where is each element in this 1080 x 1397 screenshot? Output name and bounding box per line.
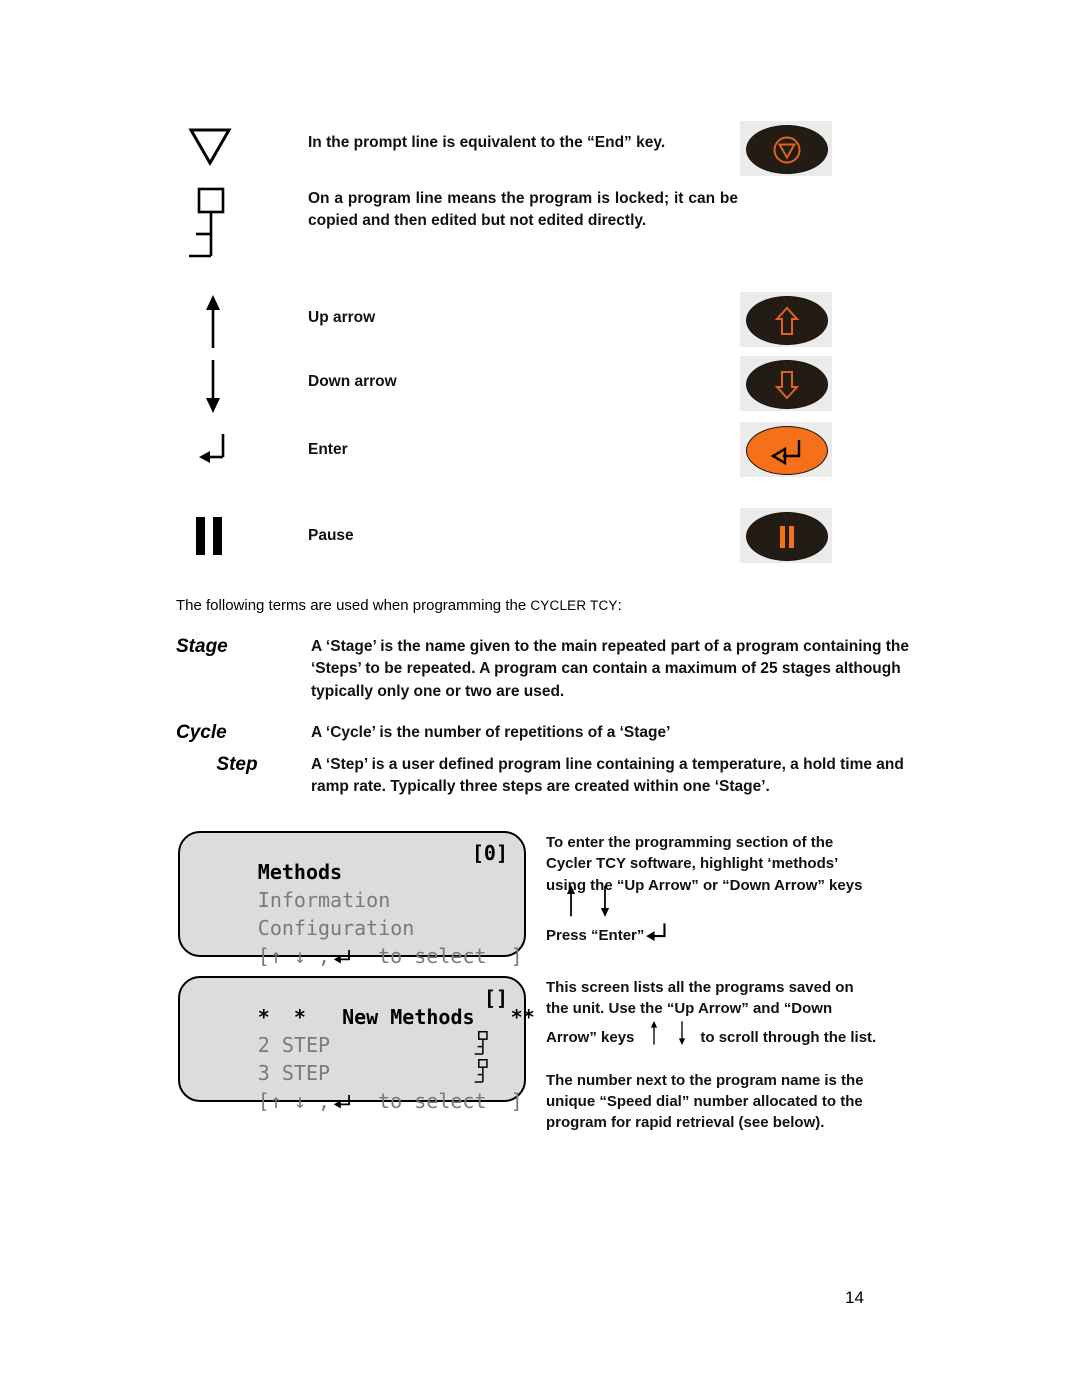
lcd-title-line: Methods [0] <box>200 841 508 884</box>
glossary-item-cycle: Cycle A ‘Cycle’ is the number of repetit… <box>176 722 936 752</box>
up-arrow-symbol <box>178 289 274 356</box>
pause-key[interactable] <box>740 508 832 563</box>
lcd-prompt-close: ] <box>510 944 523 968</box>
down-arrow-key[interactable] <box>740 356 832 411</box>
lcd-prompt-text: to select <box>354 944 511 968</box>
legend-description: Down arrow <box>308 373 397 390</box>
glossary-list: Stage A ‘Stage’ is the name given to the… <box>176 636 936 812</box>
up-arrow-icon <box>651 1020 658 1045</box>
lcd-enter-icon <box>333 1094 351 1109</box>
lcd-prompt-open: [ <box>257 1089 270 1113</box>
lcd-menu-item[interactable]: Configuration <box>200 897 508 940</box>
note-line: the unit. Use the “Up Arrow” and “Down <box>546 1000 833 1018</box>
note-line: Arrow” keys <box>546 1028 635 1046</box>
glossary-term: Cycle <box>176 722 227 743</box>
stop-end-icon <box>773 136 801 163</box>
lcd-title-right: [] <box>483 986 508 1010</box>
lcd-program-row[interactable]: 2 STEP <box>200 1014 508 1057</box>
lcd-program-row[interactable]: 3 STEP <box>200 1042 508 1085</box>
pause-icon <box>780 525 794 548</box>
lcd-prompt-open: [ <box>257 944 270 968</box>
legend-description: Up arrow <box>308 309 376 326</box>
legend-description: On a program line means the program is l… <box>308 190 738 229</box>
up-arrow-icon <box>566 885 576 917</box>
glossary-definition: A ‘Step’ is a user defined program line … <box>311 756 904 796</box>
program-locked-symbol <box>178 184 274 269</box>
up-arrow-icon <box>774 306 800 335</box>
enter-icon <box>646 923 666 941</box>
lcd-prompt-text: to select <box>354 1089 511 1113</box>
note-line: unique “Speed dial” number allocated to … <box>546 1093 863 1111</box>
glossary-definition: A ‘Stage’ is the name given to the main … <box>311 638 910 700</box>
methods-entry-note: To enter the programming section of the … <box>546 832 946 946</box>
note-line-with-arrows: Arrow” keys to scroll through the list. <box>546 1020 946 1048</box>
down-arrow-icon <box>679 1020 686 1045</box>
legend-description: Pause <box>308 527 354 544</box>
stop-end-key[interactable] <box>740 121 832 176</box>
up-arrow-key[interactable] <box>740 292 832 347</box>
down-triangle-symbol <box>178 112 274 171</box>
new-methods-list-screen[interactable]: * * New Methods ** [] 2 STEP 3 STEP [↑ ↓… <box>178 976 535 1113</box>
pause-symbol <box>178 503 274 555</box>
lcd-title-line: * * New Methods ** [] <box>200 986 535 1029</box>
down-arrow-icon <box>600 885 610 917</box>
note-line: To enter the programming section of the <box>546 834 834 851</box>
intro-suffix: : <box>617 597 622 614</box>
glossary-definition: A ‘Cycle’ is the number of repetitions o… <box>311 724 671 741</box>
program-list-note: This screen lists all the programs saved… <box>546 977 946 1134</box>
enter-icon <box>770 439 801 465</box>
enter-symbol <box>178 417 274 476</box>
glossary-term: Stage <box>176 636 228 657</box>
legend-row: Pause <box>178 503 878 573</box>
lcd-prompt-arrows-icon: ↑ ↓ , <box>269 944 331 968</box>
note-line: This screen lists all the programs saved… <box>546 979 854 996</box>
intro-sentence: The following terms are used when progra… <box>176 595 936 616</box>
lcd-title-right: [0] <box>471 841 508 865</box>
note-line: program for rapid retrieval (see below). <box>546 1114 825 1132</box>
methods-menu-screen[interactable]: Methods [0] Information Configuration [↑… <box>178 831 526 968</box>
lcd-prompt-close: ] <box>510 1089 523 1113</box>
legend-row: On a program line means the program is l… <box>178 184 878 289</box>
note-line: Cycler TCY software, highlight ‘methods’ <box>546 855 839 873</box>
down-arrow-symbol <box>178 353 274 420</box>
legend-description: In the prompt line is equivalent to the … <box>308 134 666 151</box>
legend-row: Up arrow <box>178 289 878 353</box>
glossary-term: Step <box>216 754 258 775</box>
glossary-item-stage: Stage A ‘Stage’ is the name given to the… <box>176 636 936 720</box>
document-page: In the prompt line is equivalent to the … <box>0 0 1080 1397</box>
note-line: to scroll through the list. <box>700 1028 877 1046</box>
legend-row: In the prompt line is equivalent to the … <box>178 112 878 184</box>
page-number: 14 <box>845 1288 864 1307</box>
legend-row: Down arrow <box>178 353 878 417</box>
note-line-press-enter: Press “Enter” <box>546 922 946 946</box>
lcd-prompt-arrows-icon: ↑ ↓ , <box>269 1089 331 1113</box>
legend-row: Enter <box>178 417 878 503</box>
lcd-enter-icon <box>333 949 351 964</box>
lcd-prompt-line: [↑ ↓ , to select ] <box>200 925 523 968</box>
note-line: The number next to the program name is t… <box>546 1071 864 1089</box>
lcd-prompt-line: [↑ ↓ , to select ] <box>200 1070 523 1113</box>
legend-description: Enter <box>308 441 348 458</box>
intro-prefix: The following terms are used when progra… <box>176 597 531 614</box>
note-line: Press “Enter” <box>546 926 645 944</box>
down-arrow-icon <box>774 370 800 399</box>
intro-device-name: CYCLER TCY <box>530 598 618 613</box>
enter-key[interactable] <box>740 422 832 477</box>
key-legend-table: In the prompt line is equivalent to the … <box>178 112 878 573</box>
glossary-item-step: Step A ‘Step’ is a user defined program … <box>176 754 936 810</box>
lcd-menu-item[interactable]: Information <box>200 869 508 912</box>
